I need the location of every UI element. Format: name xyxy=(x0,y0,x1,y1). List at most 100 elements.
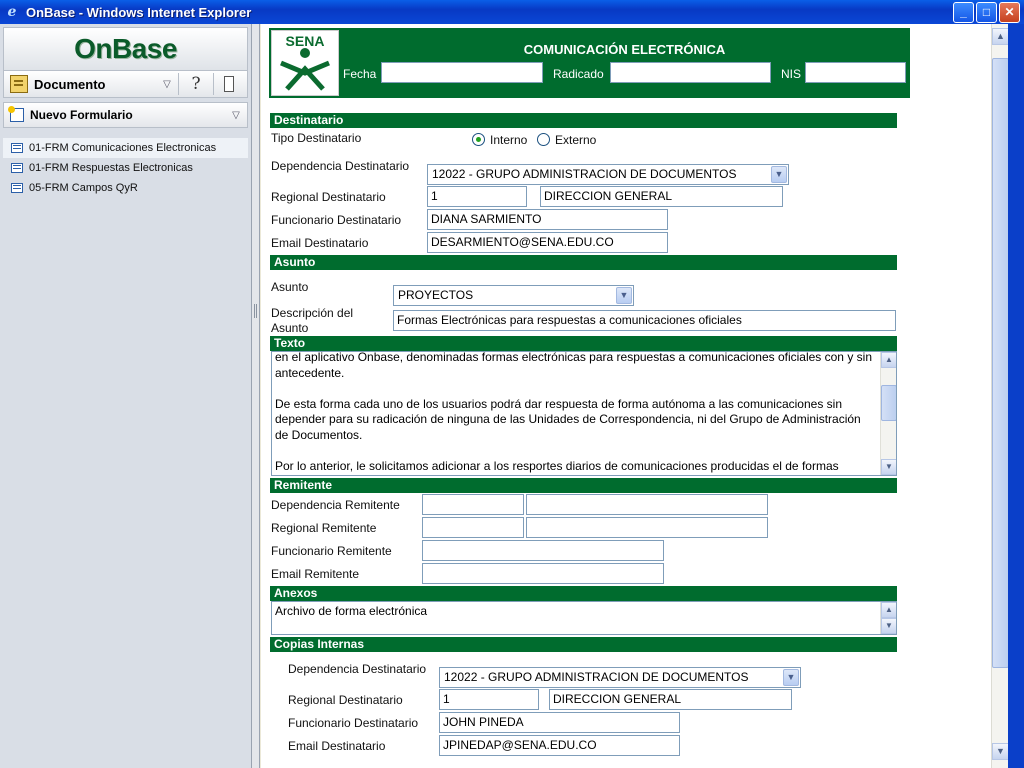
regional-remitente-label: Regional Remitente xyxy=(271,521,377,535)
scroll-up-icon[interactable]: ▲ xyxy=(881,602,896,618)
section-destinatario: Destinatario xyxy=(270,113,897,128)
maximize-button[interactable]: □ xyxy=(976,1,997,23)
window-border xyxy=(1008,24,1024,768)
scroll-down-icon[interactable]: ▼ xyxy=(881,459,896,475)
document-dropdown-icon[interactable]: ▽ xyxy=(156,79,178,90)
regional-destinatario-code[interactable]: 1 xyxy=(427,186,527,207)
fecha-input[interactable] xyxy=(381,62,543,83)
form-list: 01-FRM Comunicaciones Electronicas 01-FR… xyxy=(3,138,248,198)
form-icon xyxy=(11,143,23,153)
nis-label: NIS xyxy=(781,67,802,81)
funcionario-remitente-input[interactable] xyxy=(422,540,664,561)
onbase-logo: OnBase xyxy=(74,33,177,64)
asunto-label: Asunto xyxy=(271,280,309,294)
scroll-up-icon[interactable]: ▲ xyxy=(881,352,896,368)
tipo-destinatario-label: Tipo Destinatario xyxy=(271,131,362,145)
funcionario-destinatario-input[interactable]: DIANA SARMIENTO xyxy=(427,209,668,230)
texto-textarea[interactable]: en el aplicativo Onbase, denominadas for… xyxy=(271,351,897,476)
page-scroll-thumb[interactable] xyxy=(992,58,1009,668)
radio-externo-label[interactable]: Externo xyxy=(555,133,596,147)
anexos-scrollbar[interactable]: ▲ ▼ xyxy=(880,602,896,634)
internet-explorer-icon: e xyxy=(7,4,17,20)
form-item-campos-qyr[interactable]: 05-FRM Campos QyR xyxy=(3,178,248,198)
funcionario-remitente-label: Funcionario Remitente xyxy=(271,544,392,558)
scroll-down-icon[interactable]: ▼ xyxy=(992,743,1009,760)
window-title: OnBase - Windows Internet Explorer xyxy=(26,4,252,20)
radicado-input[interactable] xyxy=(610,62,771,83)
copia-email-input[interactable]: JPINEDAP@SENA.EDU.CO xyxy=(439,735,680,756)
copia-funcionario-label: Funcionario Destinatario xyxy=(288,716,419,730)
descripcion-asunto-input[interactable]: Formas Electrónicas para respuestas a co… xyxy=(393,310,896,331)
dependencia-destinatario-select[interactable]: 12022 - GRUPO ADMINISTRACION DE DOCUMENT… xyxy=(427,164,789,185)
chevron-down-icon[interactable]: ▼ xyxy=(616,287,632,304)
form-item-label: 01-FRM Comunicaciones Electronicas xyxy=(29,142,217,154)
regional-remitente-code[interactable] xyxy=(422,517,524,538)
form-header: SENA COMUNICACIÓN ELECTRÓNICA Fecha Radi… xyxy=(269,28,910,98)
scroll-thumb[interactable] xyxy=(881,385,896,421)
splitter-grip[interactable] xyxy=(254,304,257,318)
window-titlebar: e OnBase - Windows Internet Explorer _ □… xyxy=(0,0,1024,24)
section-remitente: Remitente xyxy=(270,478,897,493)
asunto-select[interactable]: PROYECTOS ▼ xyxy=(393,285,634,306)
form-title: COMUNICACIÓN ELECTRÓNICA xyxy=(523,42,726,57)
sena-emblem-icon xyxy=(280,48,330,91)
new-form-bar[interactable]: Nuevo Formulario ▽ xyxy=(3,102,248,128)
document-menu-label[interactable]: Documento xyxy=(34,77,156,92)
email-remitente-label: Email Remitente xyxy=(271,567,360,581)
form-item-label: 05-FRM Campos QyR xyxy=(29,182,138,194)
texto-content: en el aplicativo Onbase, denominadas for… xyxy=(275,351,872,475)
email-destinatario-input[interactable]: DESARMIENTO@SENA.EDU.CO xyxy=(427,232,668,253)
dependencia-remitente-label: Dependencia Remitente xyxy=(271,498,400,512)
email-remitente-input[interactable] xyxy=(422,563,664,584)
regional-remitente-name[interactable] xyxy=(526,517,768,538)
form-item-respuestas[interactable]: 01-FRM Respuestas Electronicas xyxy=(3,158,248,178)
page-scrollbar[interactable]: ▲ ▼ xyxy=(991,24,1009,768)
form-item-comunicaciones[interactable]: 01-FRM Comunicaciones Electronicas xyxy=(3,138,248,158)
chevron-down-icon[interactable]: ▼ xyxy=(783,669,799,686)
section-texto: Texto xyxy=(270,336,897,351)
radicado-label: Radicado xyxy=(553,67,604,81)
nis-input[interactable] xyxy=(805,62,906,83)
close-button[interactable]: ✕ xyxy=(999,1,1020,23)
sidebar: OnBase Documento ▽ ? Nuevo Formulario ▽ … xyxy=(0,24,252,768)
copia-dependencia-label: Dependencia Destinatario xyxy=(288,662,427,676)
regional-destinatario-name[interactable]: DIRECCION GENERAL xyxy=(540,186,783,207)
email-destinatario-label: Email Destinatario xyxy=(271,236,369,250)
new-form-icon xyxy=(8,106,24,122)
section-anexos: Anexos xyxy=(270,586,897,601)
form-icon xyxy=(11,163,23,173)
document-navbar: Documento ▽ ? xyxy=(3,71,248,98)
radio-interno-label[interactable]: Interno xyxy=(490,133,527,147)
fecha-label: Fecha xyxy=(343,67,377,81)
navbar-divider xyxy=(213,73,214,95)
radio-interno[interactable] xyxy=(472,133,485,146)
anexos-content: Archivo de forma electrónica xyxy=(275,604,428,618)
scroll-down-icon[interactable]: ▼ xyxy=(881,618,896,634)
radio-externo[interactable] xyxy=(537,133,550,146)
form-item-label: 01-FRM Respuestas Electronicas xyxy=(29,162,193,174)
sena-logo: SENA xyxy=(271,30,339,96)
copia-funcionario-input[interactable]: JOHN PINEDA xyxy=(439,712,680,733)
section-copias-internas: Copias Internas xyxy=(270,637,897,652)
copia-dependencia-select[interactable]: 12022 - GRUPO ADMINISTRACION DE DOCUMENT… xyxy=(439,667,801,688)
new-form-dropdown-icon[interactable]: ▽ xyxy=(225,110,247,121)
copia-email-label: Email Destinatario xyxy=(288,739,386,753)
copia-regional-name[interactable]: DIRECCION GENERAL xyxy=(549,689,792,710)
onbase-logo-area: OnBase xyxy=(3,27,248,71)
dependencia-destinatario-label: Dependencia Destinatario xyxy=(271,159,410,173)
panel-splitter[interactable] xyxy=(252,24,260,768)
help-icon[interactable]: ? xyxy=(179,74,213,94)
texto-scrollbar[interactable]: ▲ ▼ xyxy=(880,352,896,475)
scroll-up-icon[interactable]: ▲ xyxy=(992,28,1009,45)
copia-regional-label: Regional Destinatario xyxy=(288,693,403,707)
dependencia-remitente-name[interactable] xyxy=(526,494,768,515)
form-icon xyxy=(11,183,23,193)
dependencia-remitente-code[interactable] xyxy=(422,494,524,515)
funcionario-destinatario-label: Funcionario Destinatario xyxy=(271,213,402,227)
chevron-down-icon[interactable]: ▼ xyxy=(771,166,787,183)
minimize-button[interactable]: _ xyxy=(953,1,974,23)
panel-toggle-icon[interactable] xyxy=(224,76,234,92)
copia-regional-code[interactable]: 1 xyxy=(439,689,539,710)
section-asunto: Asunto xyxy=(270,255,897,270)
anexos-textarea[interactable]: Archivo de forma electrónica ▲ ▼ xyxy=(271,601,897,635)
